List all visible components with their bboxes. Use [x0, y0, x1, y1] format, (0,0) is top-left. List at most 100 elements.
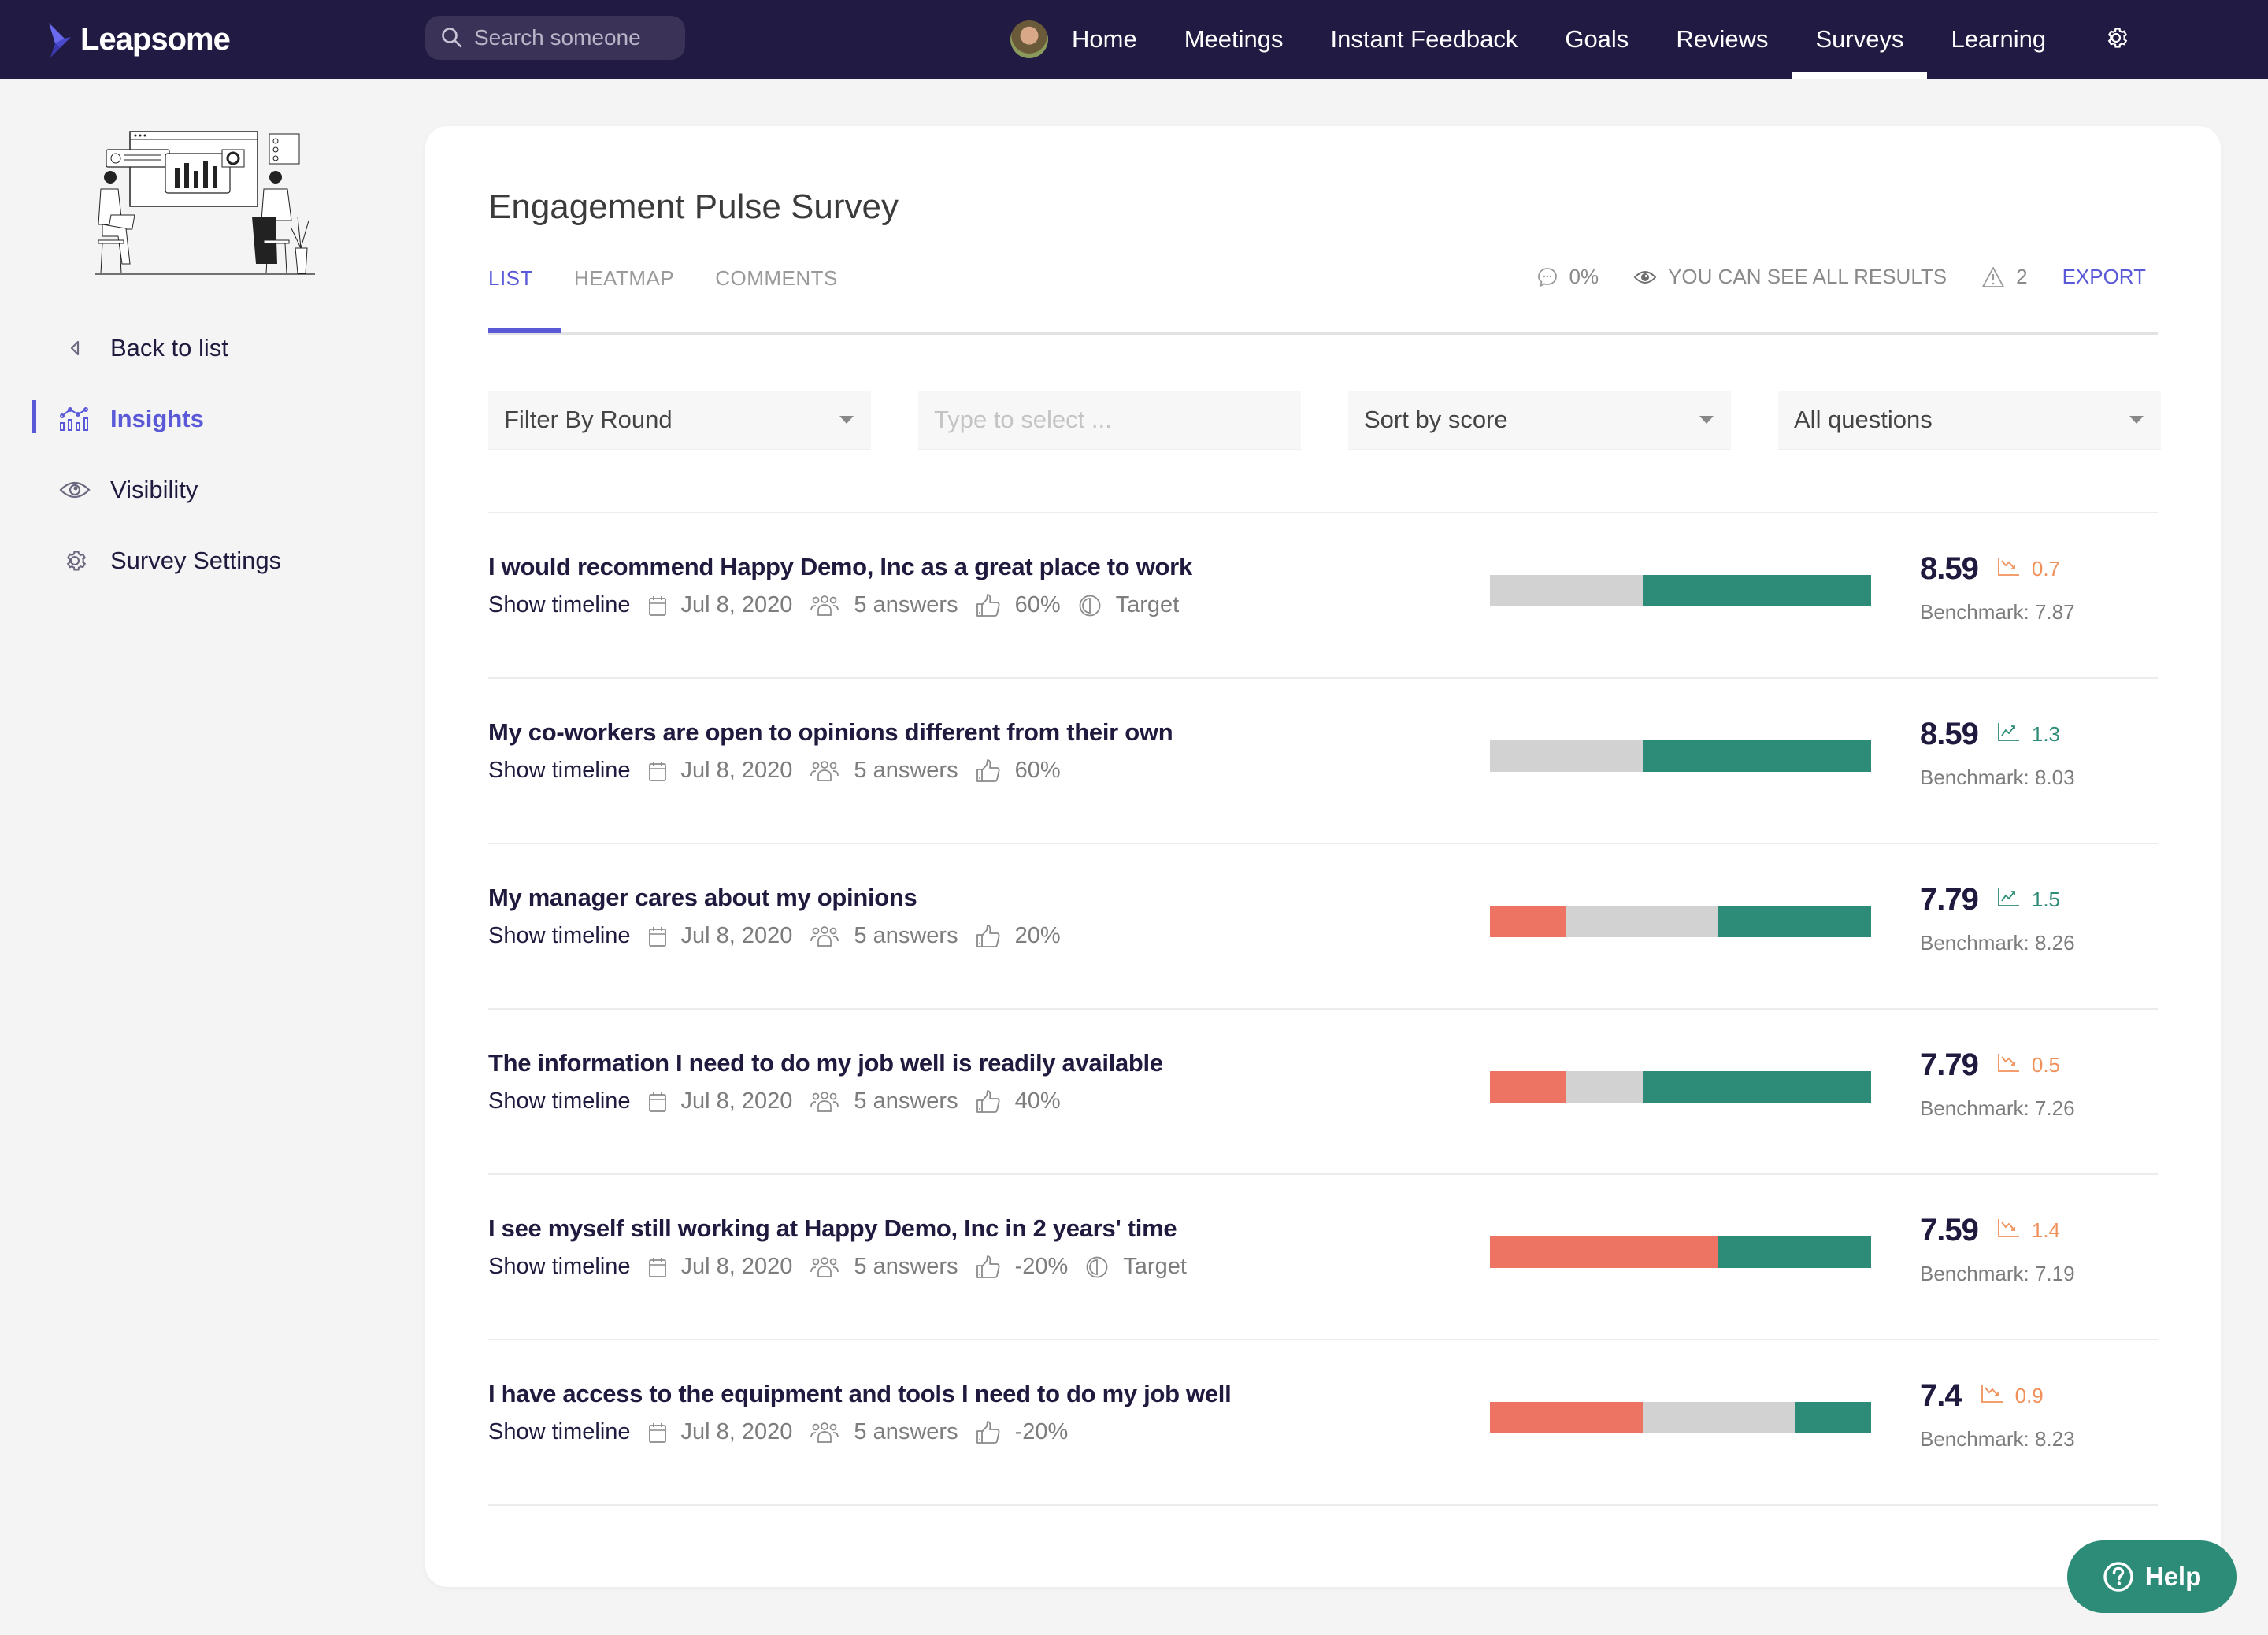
trend: 0.5: [1997, 1052, 2060, 1078]
favorability-value: -20%: [1014, 1254, 1069, 1279]
question-date: Jul 8, 2020: [680, 592, 793, 617]
question-row: My manager cares about my opinions Show …: [488, 844, 2158, 1010]
thumbs-up-icon: [976, 1420, 1001, 1445]
answer-distribution-bar[interactable]: [1490, 740, 1871, 772]
question-text[interactable]: I see myself still working at Happy Demo…: [488, 1214, 1177, 1243]
neutral-segment: [1566, 906, 1719, 937]
people-icon: [810, 1256, 839, 1278]
visibility-status: YOU CAN SEE ALL RESULTS: [1633, 265, 1947, 289]
score-value: 7.79: [1920, 1047, 1979, 1082]
score-block: 7.4 0.9: [1920, 1378, 2044, 1414]
export-button[interactable]: EXPORT: [2062, 265, 2146, 289]
gear-icon[interactable]: [2103, 24, 2129, 55]
question-meta: Show timeline Jul 8, 2020 5 answers 40%: [488, 1088, 1078, 1114]
trend-up-icon: [1997, 721, 2021, 747]
question-text[interactable]: My co-workers are open to opinions diffe…: [488, 718, 1173, 747]
caret-down-icon: [2129, 416, 2144, 424]
nav-instant-feedback[interactable]: Instant Feedback: [1331, 0, 1518, 79]
score-value: 8.59: [1920, 551, 1979, 586]
show-timeline-link[interactable]: Show timeline: [488, 758, 631, 784]
show-timeline-link[interactable]: Show timeline: [488, 923, 631, 949]
score-block: 8.59 1.3: [1920, 717, 2060, 752]
show-timeline-link[interactable]: Show timeline: [488, 592, 631, 618]
trend-delta: 0.9: [2014, 1384, 2044, 1407]
favorability-value: 60%: [1014, 592, 1061, 617]
nav-meetings[interactable]: Meetings: [1184, 0, 1284, 79]
question-date: Jul 8, 2020: [680, 1088, 793, 1114]
warnings-count: 2: [2016, 265, 2028, 288]
type-to-select-input[interactable]: Type to select ...: [918, 391, 1301, 450]
filter-by-round-select[interactable]: Filter By Round: [488, 391, 871, 450]
trend: 0.7: [1997, 556, 2060, 582]
question-text[interactable]: I have access to the equipment and tools…: [488, 1380, 1232, 1408]
leapsome-logo[interactable]: Leapsome: [47, 22, 231, 57]
sidebar-item-back-to-list[interactable]: Back to list: [32, 329, 228, 367]
sidebar-item-visibility[interactable]: Visibility: [32, 471, 198, 509]
thumbs-up-icon: [976, 758, 1001, 784]
sort-select[interactable]: Sort by score: [1348, 391, 1731, 450]
thumbs-up-icon: [976, 593, 1001, 618]
positive-segment: [1642, 740, 1871, 772]
tab-comments[interactable]: COMMENTS: [715, 266, 838, 291]
people-icon: [810, 1091, 839, 1113]
negative-segment: [1490, 1071, 1566, 1103]
trend-delta: 0.5: [2031, 1053, 2061, 1077]
answers-count: 5 answers: [854, 1088, 958, 1114]
show-timeline-link[interactable]: Show timeline: [488, 1254, 631, 1280]
show-timeline-link[interactable]: Show timeline: [488, 1419, 631, 1445]
score-block: 7.79 1.5: [1920, 882, 2060, 918]
trend: 0.9: [1981, 1383, 2044, 1409]
show-timeline-link[interactable]: Show timeline: [488, 1088, 631, 1114]
caret-down-icon: [1699, 416, 1714, 424]
questions-select[interactable]: All questions: [1778, 391, 2161, 450]
benchmark: Benchmark: 7.19: [1920, 1262, 2075, 1285]
gear-icon: [55, 547, 94, 574]
tab-heatmap[interactable]: HEATMAP: [574, 266, 674, 291]
survey-results-card: Engagement Pulse Survey LIST HEATMAP COM…: [425, 126, 2221, 1587]
negative-segment: [1490, 1236, 1719, 1268]
user-avatar[interactable]: [1010, 20, 1048, 58]
score-value: 7.59: [1920, 1213, 1979, 1248]
nav-learning[interactable]: Learning: [1951, 0, 2046, 79]
answer-distribution-bar[interactable]: [1490, 1402, 1871, 1433]
trend-up-icon: [1997, 887, 2021, 913]
warnings[interactable]: 2: [1981, 265, 2028, 289]
question-text[interactable]: The information I need to do my job well…: [488, 1049, 1163, 1077]
answer-distribution-bar[interactable]: [1490, 1071, 1871, 1103]
question-text[interactable]: I would recommend Happy Demo, Inc as a g…: [488, 553, 1192, 581]
eye-icon: [1633, 270, 1657, 284]
negative-segment: [1490, 906, 1566, 937]
sidebar-item-label: Survey Settings: [110, 547, 282, 574]
nav-home[interactable]: Home: [1072, 0, 1137, 79]
search-input[interactable]: Search someone: [425, 16, 685, 60]
calendar-icon: [648, 1256, 667, 1278]
sidebar-item-survey-settings[interactable]: Survey Settings: [32, 542, 281, 580]
logo-bird-icon: [49, 22, 71, 57]
trend-down-icon: [1997, 1218, 2021, 1244]
nav-goals[interactable]: Goals: [1565, 0, 1629, 79]
positive-segment: [1642, 575, 1871, 606]
question-meta: Show timeline Jul 8, 2020 5 answers -20%: [488, 1419, 1085, 1445]
nav-surveys[interactable]: Surveys: [1792, 0, 1928, 79]
trend: 1.3: [1997, 721, 2060, 747]
answers-count: 5 answers: [854, 592, 958, 617]
question-meta: Show timeline Jul 8, 2020 5 answers -20%…: [488, 1254, 1204, 1280]
calendar-icon: [648, 925, 667, 947]
question-text[interactable]: My manager cares about my opinions: [488, 884, 917, 912]
positive-segment: [1642, 1071, 1871, 1103]
answer-distribution-bar[interactable]: [1490, 575, 1871, 606]
help-button[interactable]: Help: [2067, 1540, 2236, 1613]
sidebar-item-insights[interactable]: Insights: [32, 400, 204, 438]
trend-down-icon: [1997, 556, 2021, 582]
filters-bar: Filter By Round Type to select ... Sort …: [488, 391, 2161, 450]
warning-icon: [1982, 266, 2004, 287]
question-date: Jul 8, 2020: [680, 923, 793, 948]
nav-reviews[interactable]: Reviews: [1676, 0, 1768, 79]
view-tabs: LIST HEATMAP COMMENTS: [488, 266, 838, 291]
answer-distribution-bar[interactable]: [1490, 1236, 1871, 1268]
sidebar-item-label: Visibility: [110, 476, 198, 503]
tab-list[interactable]: LIST: [488, 266, 533, 291]
favorability-value: 20%: [1014, 923, 1061, 948]
answer-distribution-bar[interactable]: [1490, 906, 1871, 937]
positive-segment: [1718, 1236, 1871, 1268]
